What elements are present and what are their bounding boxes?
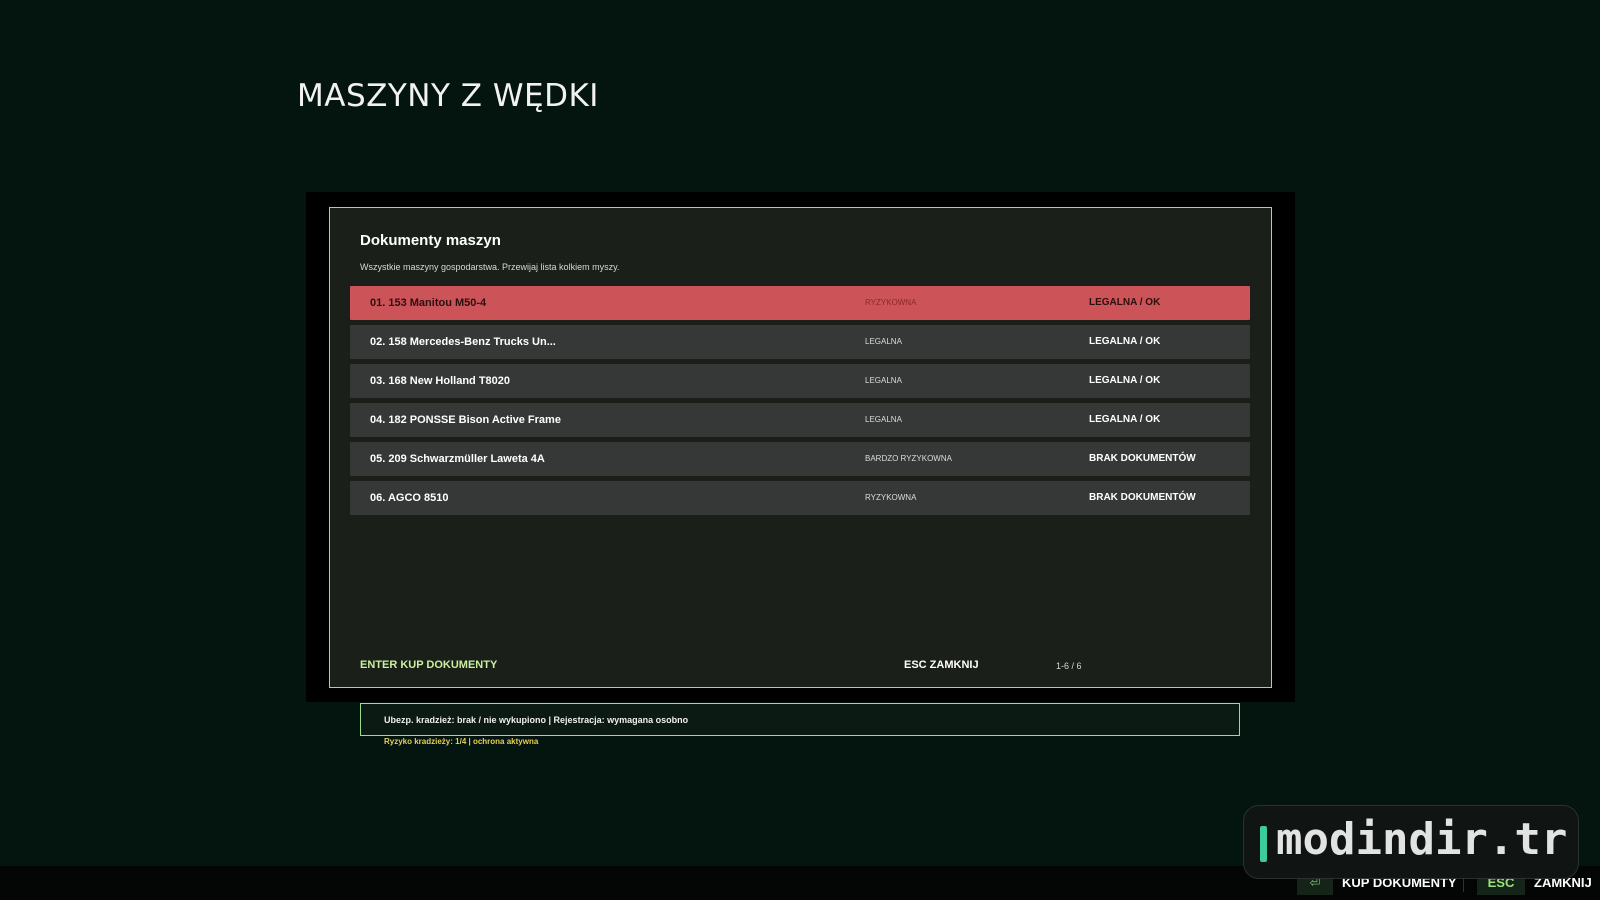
machine-risk: LEGALNA [865, 415, 902, 424]
machine-risk: RYZYKOWNA [865, 298, 917, 307]
machine-name: 06. AGCO 8510 [370, 492, 449, 504]
machine-row[interactable]: 02. 158 Mercedes-Benz Trucks Un... LEGAL… [350, 325, 1250, 359]
insurance-status: Ubezp. kradzież: brak / nie wykupiono | … [384, 715, 689, 725]
close-button[interactable]: ESC ZAMKNIJ [904, 659, 979, 671]
machine-risk: BARDZO RYZYKOWNA [865, 454, 952, 463]
machine-row[interactable]: 01. 153 Manitou M50-4 RYZYKOWNA LEGALNA … [350, 286, 1250, 320]
watermark-accent-bar [1260, 826, 1267, 862]
machine-risk: LEGALNA [865, 337, 902, 346]
machine-row[interactable]: 06. AGCO 8510 RYZYKOWNA BRAK DOKUMENTÓW [350, 481, 1250, 515]
machine-name: 03. 168 New Holland T8020 [370, 375, 511, 387]
machine-name: 01. 153 Manitou M50-4 [370, 297, 487, 309]
machine-row[interactable]: 03. 168 New Holland T8020 LEGALNA LEGALN… [350, 364, 1250, 398]
machine-status: BRAK DOKUMENTÓW [1089, 453, 1196, 464]
machine-name: 04. 182 PONSSE Bison Active Frame [370, 414, 561, 426]
dialog-subtitle: Wszystkie maszyny gospodarstwa. Przewija… [360, 262, 620, 272]
machine-risk: RYZYKOWNA [865, 493, 917, 502]
machine-list[interactable]: 01. 153 Manitou M50-4 RYZYKOWNA LEGALNA … [350, 286, 1250, 520]
watermark-logo: modindir.tr [1243, 805, 1579, 879]
watermark-text: modindir.tr [1276, 814, 1568, 865]
page-title: MASZYNY Z WĘDKI [297, 78, 599, 114]
buy-documents-button[interactable]: ENTER KUP DOKUMENTY [360, 659, 497, 671]
machine-row[interactable]: 04. 182 PONSSE Bison Active Frame LEGALN… [350, 403, 1250, 437]
machine-status: BRAK DOKUMENTÓW [1089, 492, 1196, 503]
machine-status: LEGALNA / OK [1089, 336, 1161, 347]
dialog-title: Dokumenty maszyn [360, 232, 501, 249]
machine-status: LEGALNA / OK [1089, 297, 1161, 308]
machine-status: LEGALNA / OK [1089, 375, 1161, 386]
machine-name: 02. 158 Mercedes-Benz Trucks Un... [370, 336, 556, 348]
machine-risk: LEGALNA [865, 376, 902, 385]
insurance-info-box: Ubezp. kradzież: brak / nie wykupiono | … [360, 703, 1240, 736]
machine-status: LEGALNA / OK [1089, 414, 1161, 425]
theft-risk-note: Ryzyko kradzieży: 1/4 | ochrona aktywna [384, 737, 539, 746]
machine-name: 05. 209 Schwarzmüller Laweta 4A [370, 453, 545, 465]
machine-row[interactable]: 05. 209 Schwarzmüller Laweta 4A BARDZO R… [350, 442, 1250, 476]
documents-dialog: Dokumenty maszyn Wszystkie maszyny gospo… [329, 207, 1272, 688]
page-counter: 1-6 / 6 [1056, 661, 1082, 671]
